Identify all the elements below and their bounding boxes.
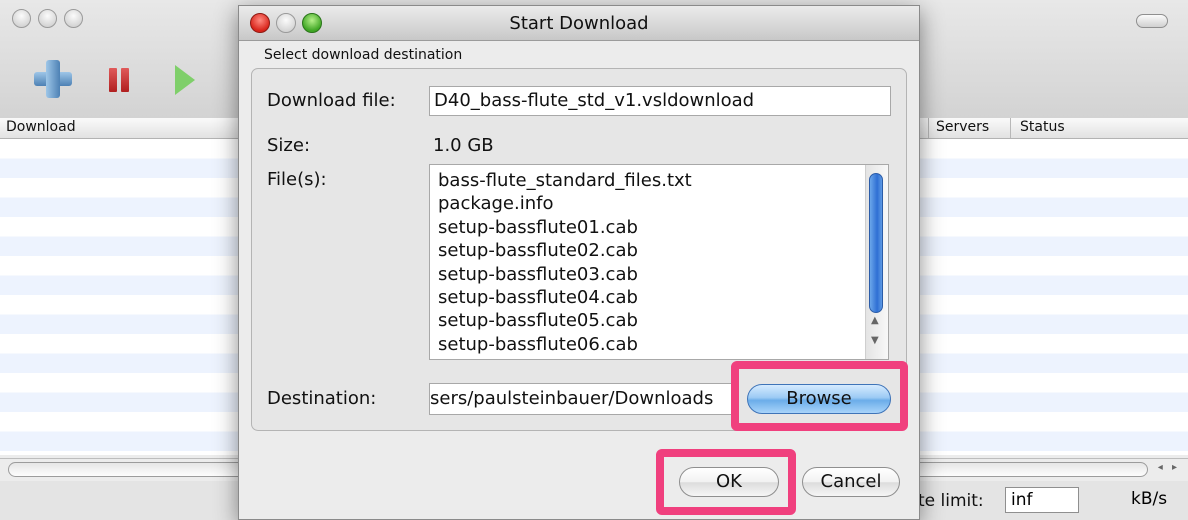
file-list[interactable]: bass-flute_standard_files.txt package.in… (429, 164, 889, 360)
destination-label: Destination: (267, 388, 377, 409)
column-download[interactable]: Download (6, 119, 76, 135)
list-item[interactable]: bass-flute_standard_files.txt (438, 169, 888, 192)
start-download-dialog: Start Download Select download destinati… (238, 5, 920, 520)
dialog-title: Start Download (509, 13, 649, 34)
pause-icon[interactable] (109, 68, 133, 92)
rate-limit-input[interactable]: inf (1005, 487, 1079, 513)
dialog-titlebar: Start Download (239, 6, 919, 41)
play-icon[interactable] (175, 65, 195, 95)
toolbar-toggle-button[interactable] (1136, 14, 1168, 28)
group-label: Select download destination (264, 47, 463, 63)
size-label: Size: (267, 135, 311, 156)
scrollbar-thumb[interactable] (869, 173, 883, 313)
list-item[interactable]: setup-bassflute05.cab (438, 309, 888, 332)
list-item[interactable]: setup-bassflute01.cab (438, 216, 888, 239)
column-servers[interactable]: Servers (936, 119, 989, 135)
list-item[interactable]: package.info (438, 192, 888, 215)
size-value: 1.0 GB (433, 135, 494, 156)
rate-limit-label: te limit: (918, 491, 984, 511)
files-label: File(s): (267, 169, 327, 190)
list-item[interactable]: setup-bassflute04.cab (438, 286, 888, 309)
scroll-arrows-icon[interactable]: ◂ ▸ (1158, 462, 1180, 473)
browse-highlight-box (731, 361, 908, 431)
rate-unit-label: kB/s (1131, 489, 1168, 509)
scroll-up-icon[interactable]: ▲ (871, 315, 879, 326)
plus-icon[interactable] (34, 60, 72, 98)
main-minimize-button[interactable] (38, 9, 57, 28)
ok-highlight-box (656, 449, 796, 515)
main-close-button[interactable] (12, 9, 31, 28)
column-status[interactable]: Status (1020, 119, 1065, 135)
list-item[interactable]: setup-bassflute02.cab (438, 239, 888, 262)
list-item[interactable]: setup-bassflute06.cab (438, 333, 888, 356)
destination-field[interactable]: sers/paulsteinbauer/Downloads (429, 383, 737, 415)
main-zoom-button[interactable] (64, 9, 83, 28)
download-file-field[interactable]: D40_bass-flute_std_v1.vsldownload (429, 86, 891, 116)
file-list-scrollbar[interactable]: ▲ ▼ (865, 165, 888, 359)
list-item[interactable]: setup-bassflute03.cab (438, 263, 888, 286)
download-file-label: Download file: (267, 90, 396, 111)
scroll-down-icon[interactable]: ▼ (871, 335, 879, 346)
cancel-button[interactable]: Cancel (802, 467, 900, 497)
